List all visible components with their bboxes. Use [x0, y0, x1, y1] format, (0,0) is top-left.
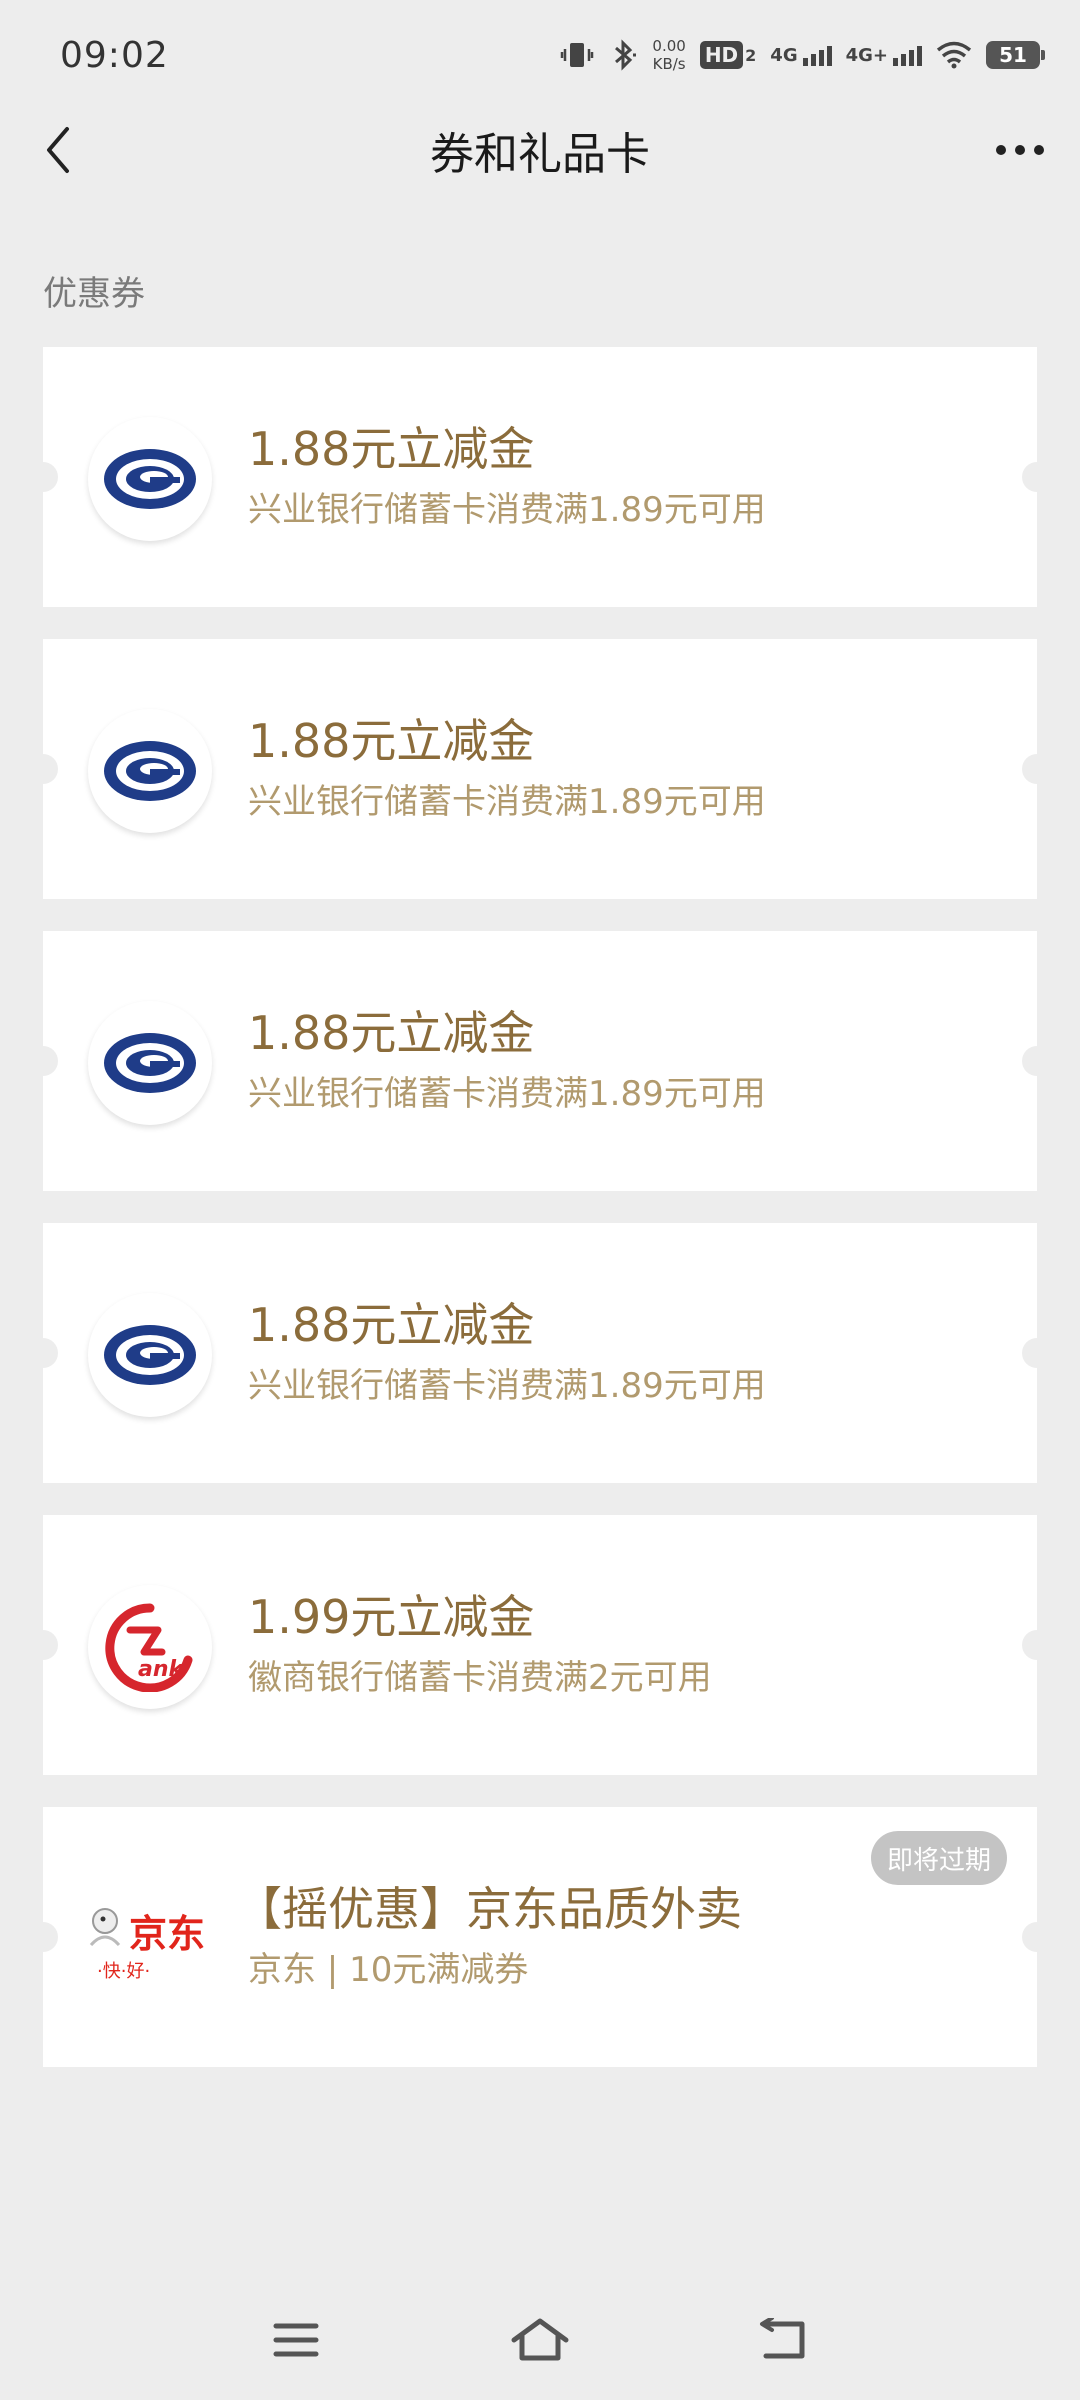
- coupon-title: 1.88元立减金: [248, 714, 535, 768]
- cib-bank-logo-icon: [88, 1001, 212, 1125]
- signal-4g-icon: 4G: [770, 44, 832, 66]
- system-nav-bar: [0, 2280, 1080, 2400]
- hd-icon: HD 2: [699, 41, 757, 69]
- more-button[interactable]: [988, 122, 1052, 178]
- coupon-desc: 兴业银行储蓄卡消费满1.89元可用: [248, 1366, 766, 1406]
- more-dot-icon: [1015, 145, 1025, 155]
- signal-4g-plus-icon: 4G+: [846, 45, 922, 66]
- coupon-desc: 京东 | 10元满减券: [248, 1950, 529, 1990]
- back-button[interactable]: [30, 122, 86, 178]
- more-dot-icon: [996, 145, 1006, 155]
- coupon-text: 【摇优惠】京东品质外卖 京东 | 10元满减券: [236, 1879, 742, 1995]
- coupon-desc: 兴业银行储蓄卡消费满1.89元可用: [248, 490, 766, 530]
- menu-icon: [273, 2323, 319, 2357]
- coupon-title: 1.99元立减金: [248, 1590, 535, 1644]
- coupon-desc: 徽商银行储蓄卡消费满2元可用: [248, 1658, 712, 1698]
- coupon-title: 1.88元立减金: [248, 1006, 535, 1060]
- jd-brand-text: 京东: [129, 1912, 205, 1956]
- coupon-card[interactable]: 1.88元立减金 兴业银行储蓄卡消费满1.89元可用: [28, 639, 1052, 899]
- battery-icon: 51: [986, 41, 1045, 69]
- coupon-card[interactable]: 1.88元立减金 兴业银行储蓄卡消费满1.89元可用: [28, 931, 1052, 1191]
- net-speed-unit: KB/s: [652, 55, 686, 73]
- cib-bank-logo-icon: [88, 1293, 212, 1417]
- coupon-text: 1.88元立减金 兴业银行储蓄卡消费满1.89元可用: [248, 1295, 766, 1411]
- back-nav-button[interactable]: [752, 2308, 816, 2372]
- vibrate-icon: [560, 40, 594, 70]
- net2-label: 4G+: [845, 44, 888, 66]
- status-time: 09:02: [60, 34, 169, 76]
- home-icon: [511, 2318, 569, 2361]
- hd-label: HD: [699, 41, 744, 69]
- status-icons: 0.00 KB/s HD 2 4G 4G+ 51: [560, 37, 1045, 73]
- net-speed: 0.00 KB/s: [652, 37, 685, 73]
- bluetooth-icon: [608, 39, 638, 71]
- jd-slogan-text: ·快·好·: [97, 1961, 150, 1982]
- coupon-text: 1.88元立减金 兴业银行储蓄卡消费满1.89元可用: [248, 711, 766, 827]
- header: 券和礼品卡: [0, 110, 1080, 190]
- back-nav-icon: [760, 2318, 805, 2359]
- menu-button[interactable]: [264, 2308, 328, 2372]
- coupon-title: 1.88元立减金: [248, 422, 535, 476]
- coupon-card[interactable]: ank 1.99元立减金 徽商银行储蓄卡消费满2元可用: [28, 1515, 1052, 1775]
- expiring-badge: 即将过期: [870, 1831, 1007, 1885]
- svg-text:ank: ank: [138, 1657, 185, 1682]
- coupon-text: 1.88元立减金 兴业银行储蓄卡消费满1.89元可用: [248, 419, 766, 535]
- net-speed-value: 0.00: [652, 37, 686, 55]
- status-bar: 09:02 0.00 KB/s HD 2 4G 4G+ 51: [0, 0, 1080, 110]
- coupon-desc: 兴业银行储蓄卡消费满1.89元可用: [248, 782, 766, 822]
- net1-label: 4G: [770, 44, 798, 66]
- jd-logo-icon: 京东 ·快·好·: [83, 1877, 223, 2001]
- more-dot-icon: [1034, 145, 1044, 155]
- coupon-card[interactable]: 1.88元立减金 兴业银行储蓄卡消费满1.89元可用: [28, 1223, 1052, 1483]
- coupon-desc: 兴业银行储蓄卡消费满1.89元可用: [248, 1074, 766, 1114]
- page-title: 券和礼品卡: [430, 129, 650, 180]
- section-label: 优惠券: [43, 274, 145, 314]
- hd-sub: 2: [745, 45, 757, 65]
- home-button[interactable]: [508, 2308, 572, 2372]
- coupon-text: 1.88元立减金 兴业银行储蓄卡消费满1.89元可用: [248, 1003, 766, 1119]
- coupon-title: 1.88元立减金: [248, 1298, 535, 1352]
- coupon-card[interactable]: 1.88元立减金 兴业银行储蓄卡消费满1.89元可用: [28, 347, 1052, 607]
- cib-bank-logo-icon: [88, 417, 212, 541]
- coupon-title: 【摇优惠】京东品质外卖: [236, 1882, 742, 1936]
- wifi-icon: [936, 41, 972, 69]
- cib-bank-logo-icon: [88, 709, 212, 833]
- huishang-bank-logo-icon: ank: [88, 1585, 212, 1709]
- coupon-text: 1.99元立减金 徽商银行储蓄卡消费满2元可用: [248, 1587, 712, 1703]
- chevron-left-icon: [47, 127, 69, 173]
- coupon-card[interactable]: 京东 ·快·好· 【摇优惠】京东品质外卖 京东 | 10元满减券 即将过期: [28, 1807, 1052, 2067]
